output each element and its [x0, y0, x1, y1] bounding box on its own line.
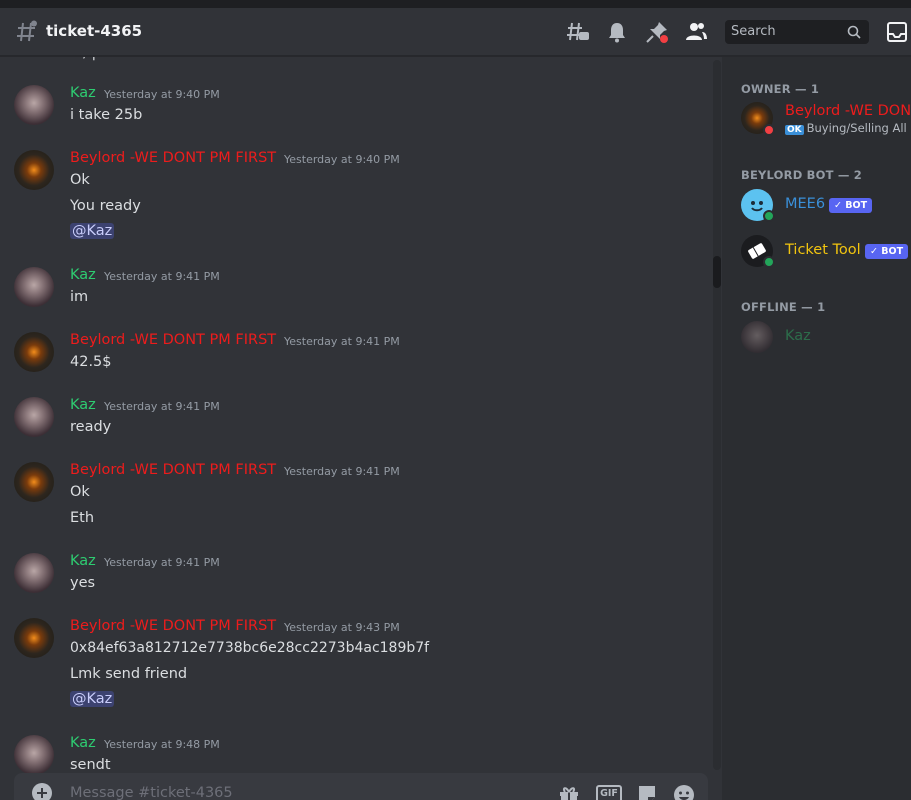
message-timestamp: Yesterday at 9:41 PM	[104, 270, 220, 283]
message-author[interactable]: Kaz	[70, 267, 96, 283]
message-author[interactable]: Kaz	[70, 85, 96, 101]
window-top-strip	[0, 0, 911, 8]
message-text: i take 25b	[70, 107, 143, 123]
message-timestamp: Yesterday at 9:48 PM	[104, 738, 220, 751]
member-custom-status: OKBuying/Selling All Rs	[785, 121, 911, 135]
threads-icon[interactable]	[566, 20, 590, 44]
message-timestamp: Yesterday at 9:41 PM	[104, 400, 220, 413]
avatar[interactable]	[741, 321, 773, 353]
sticker-icon[interactable]	[635, 783, 659, 800]
channel-title: ticket-4365	[46, 22, 143, 40]
avatar[interactable]	[14, 150, 54, 190]
user-mention[interactable]: @Kaz	[70, 223, 115, 239]
avatar[interactable]	[14, 462, 54, 502]
avatar[interactable]	[14, 332, 54, 372]
offline-section-header: OFFLINE — 1	[741, 300, 826, 314]
chat-scrollbar-thumb[interactable]	[713, 256, 721, 288]
avatar[interactable]	[14, 267, 54, 307]
message-timestamp: Yesterday at 9:41 PM	[104, 556, 220, 569]
message-author[interactable]: Kaz	[70, 397, 96, 413]
message-text: ready	[70, 419, 112, 435]
message-timestamp: Yesterday at 9:41 PM	[284, 335, 400, 348]
message-text: Ok	[70, 484, 90, 500]
chat-scrollbar-track[interactable]	[713, 60, 721, 770]
channel-header: ticket-4365 Search	[0, 8, 911, 56]
add-attachment-icon[interactable]	[32, 783, 52, 800]
inbox-icon[interactable]	[885, 20, 909, 44]
message-author[interactable]: Beylord -WE DONT PM FIRST	[70, 332, 276, 348]
message-timestamp: Yesterday at 9:43 PM	[284, 621, 400, 634]
pinned-messages-icon[interactable]	[645, 20, 669, 44]
member-list-sidebar: OWNER — 1 Beylord -WE DONT PM FIRST OKBu…	[722, 57, 911, 800]
online-status-icon	[763, 256, 775, 268]
user-mention[interactable]: @Kaz	[70, 691, 115, 707]
message-author[interactable]: Beylord -WE DONT PM FIRST	[70, 462, 276, 478]
message-text: Ok	[70, 172, 90, 188]
dnd-status-icon	[763, 124, 775, 136]
message-input[interactable]: Message #ticket-4365	[70, 785, 233, 800]
message-text: yes	[70, 575, 96, 591]
search-icon	[847, 25, 861, 39]
message-text: im	[70, 289, 89, 305]
message-timestamp: Yesterday at 9:40 PM	[284, 153, 400, 166]
owner-section-header: OWNER — 1	[741, 82, 820, 96]
bot-badge: ✓ BOT	[829, 198, 873, 213]
avatar[interactable]	[14, 618, 54, 658]
search-placeholder: Search	[731, 24, 776, 39]
message-text: sendt	[70, 757, 111, 773]
message-composer[interactable]: Message #ticket-4365 GIF	[14, 773, 708, 800]
member-list-icon[interactable]	[684, 20, 708, 44]
member-name[interactable]: Ticket Tool	[785, 242, 861, 258]
ok-badge-icon: OK	[785, 125, 804, 135]
search-input[interactable]: Search	[725, 20, 869, 44]
avatar[interactable]	[14, 397, 54, 437]
message-text: 42.5$	[70, 354, 112, 370]
message-list[interactable]: ~, | Kaz Yesterday at 9:40 PM i take 25b…	[0, 57, 722, 773]
member-name[interactable]: MEE6	[785, 196, 825, 212]
emoji-icon[interactable]	[672, 783, 696, 800]
message-text: Eth	[70, 510, 95, 526]
message-author[interactable]: Kaz	[70, 735, 96, 751]
gift-icon[interactable]	[557, 783, 581, 800]
message-text: You ready	[70, 198, 141, 214]
gif-button[interactable]: GIF	[596, 785, 622, 800]
custom-status-text: Buying/Selling All Rs	[806, 121, 911, 135]
avatar[interactable]	[14, 735, 54, 773]
message-author[interactable]: Beylord -WE DONT PM FIRST	[70, 150, 276, 166]
message-author[interactable]: Kaz	[70, 553, 96, 569]
member-name[interactable]: Kaz	[785, 328, 811, 344]
message-author[interactable]: Beylord -WE DONT PM FIRST	[70, 618, 276, 634]
message-text: 0x84ef63a812712e7738bc6e28cc2273b4ac189b…	[70, 640, 430, 656]
bot-badge: ✓ BOT	[865, 244, 909, 259]
message-timestamp: Yesterday at 9:41 PM	[284, 465, 400, 478]
member-name[interactable]: Beylord -WE DONT PM FIRST	[785, 103, 911, 119]
online-status-icon	[763, 210, 775, 222]
avatar[interactable]	[14, 553, 54, 593]
message-text: Lmk send friend	[70, 666, 188, 682]
cropped-message-text: ~, |	[70, 57, 96, 61]
avatar[interactable]	[14, 85, 54, 125]
notification-bell-icon[interactable]	[605, 20, 629, 44]
channel-hash-icon	[17, 20, 37, 42]
bot-section-header: BEYLORD BOT — 2	[741, 168, 862, 182]
message-timestamp: Yesterday at 9:40 PM	[104, 88, 220, 101]
